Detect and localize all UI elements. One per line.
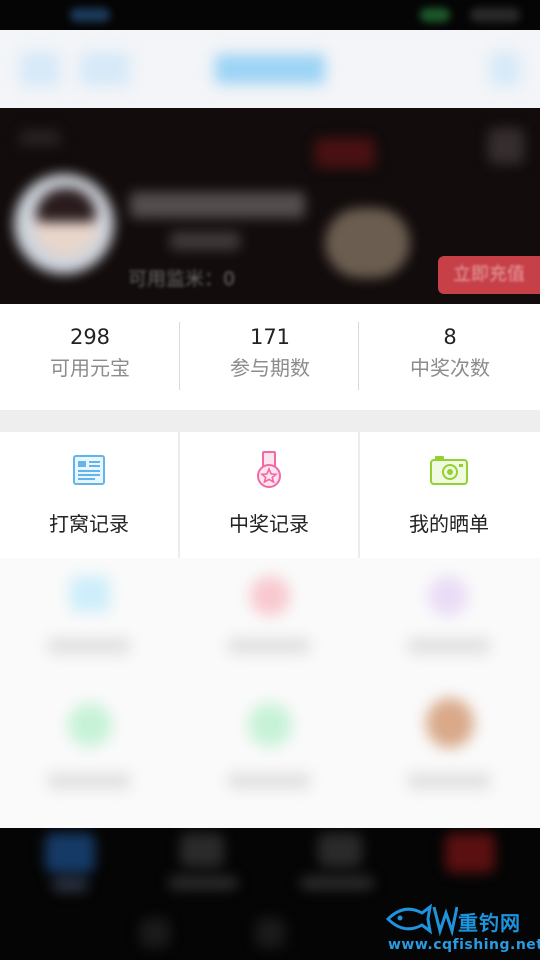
fish-logo-icon bbox=[385, 903, 458, 937]
recharge-button[interactable]: 立即充值 bbox=[438, 256, 540, 294]
menu-item-label: 中奖记录 bbox=[229, 512, 309, 536]
medal-icon bbox=[257, 451, 281, 488]
status-bar bbox=[0, 0, 540, 30]
menu-item-label: 我的晒单 bbox=[409, 512, 489, 536]
profile-header: 可用监米：0 立即充值 bbox=[0, 108, 540, 304]
stats-bar: 298 可用元宝 171 参与期数 8 中奖次数 bbox=[0, 304, 540, 410]
stat-value: 8 bbox=[443, 325, 457, 349]
stat-periods[interactable]: 171 参与期数 bbox=[180, 322, 360, 392]
stat-wins[interactable]: 8 中奖次数 bbox=[360, 322, 540, 392]
camera-icon bbox=[430, 456, 468, 485]
divider bbox=[358, 322, 359, 390]
watermark-title: 重钓网 bbox=[458, 911, 521, 935]
menu-item-my-showcase[interactable]: 我的晒单 bbox=[360, 432, 538, 558]
stat-value: 171 bbox=[249, 325, 291, 349]
stat-label: 参与期数 bbox=[230, 356, 310, 380]
watermark: 重钓网 www.cqfishing.net bbox=[380, 897, 540, 960]
user-id bbox=[170, 232, 240, 250]
stat-label: 中奖次数 bbox=[410, 356, 490, 380]
username bbox=[130, 192, 305, 218]
top-navbar bbox=[0, 30, 540, 108]
stat-value: 298 bbox=[69, 325, 111, 349]
stat-label: 可用元宝 bbox=[50, 356, 130, 380]
stat-yuanbao[interactable]: 298 可用元宝 bbox=[0, 322, 180, 392]
document-list-icon bbox=[73, 455, 105, 485]
menu-grid-lower-blurred bbox=[0, 558, 540, 828]
menu-item-label: 打窝记录 bbox=[49, 512, 129, 536]
recharge-button-label: 立即充值 bbox=[453, 264, 525, 285]
menu-item-bait-records[interactable]: 打窝记录 bbox=[0, 432, 178, 558]
menu-item-win-records[interactable]: 中奖记录 bbox=[180, 432, 358, 558]
section-gap bbox=[0, 410, 540, 432]
menu-grid: 打窝记录 中奖记录 我的晒单 bbox=[0, 432, 540, 558]
watermark-url: www.cqfishing.net bbox=[388, 937, 540, 953]
rice-balance: 可用监米：0 bbox=[128, 268, 236, 290]
